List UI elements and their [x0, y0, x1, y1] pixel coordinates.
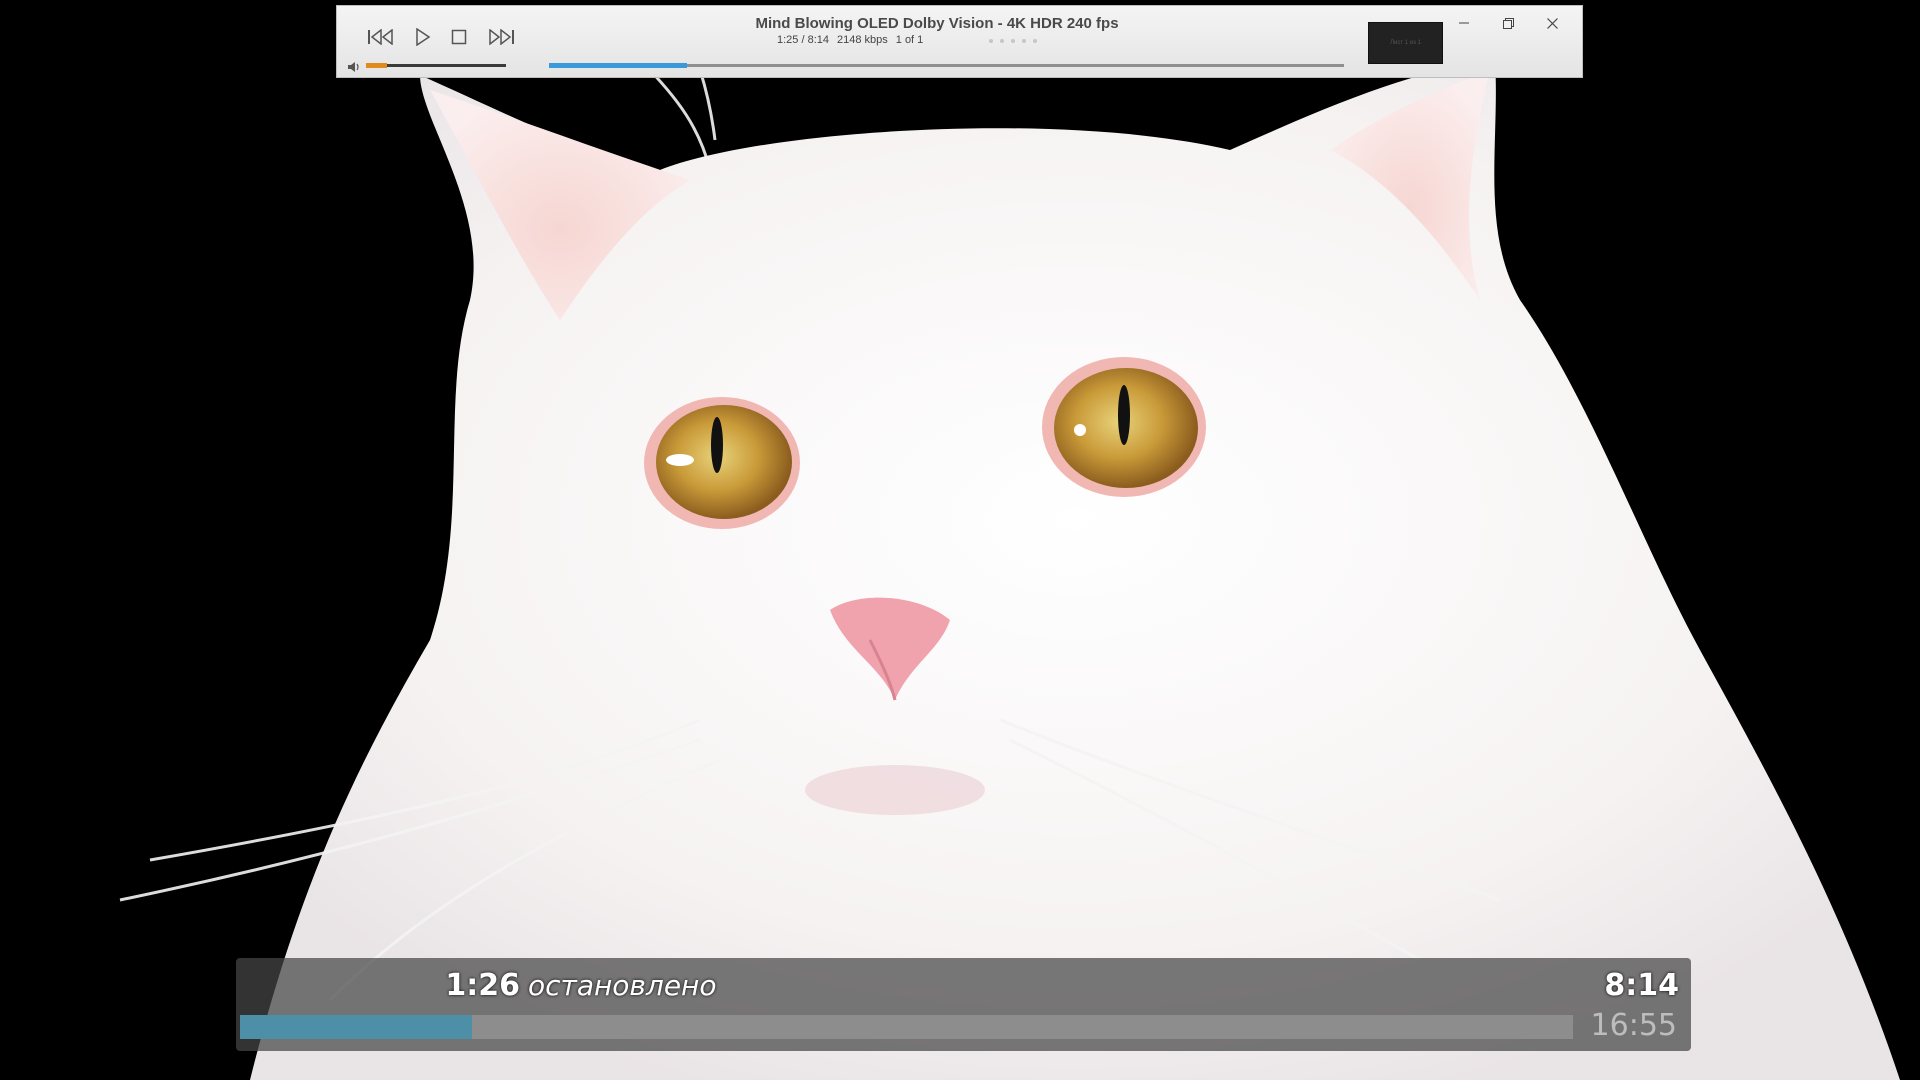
- rating-star[interactable]: [1033, 39, 1037, 43]
- osd-status: остановлено: [528, 969, 717, 1002]
- osd-current-time: 1:26: [445, 968, 520, 1003]
- restore-icon: [1502, 17, 1514, 29]
- rating-star[interactable]: [1000, 39, 1004, 43]
- rating-stars[interactable]: [989, 39, 1037, 43]
- position-readout: 1:25 / 8:14: [777, 34, 829, 46]
- seek-bar-fill: [549, 63, 688, 68]
- volume-slider-fill: [366, 63, 387, 68]
- playlist-index: 1 of 1: [895, 34, 924, 46]
- next-button[interactable]: [483, 20, 519, 54]
- close-icon: [1546, 17, 1558, 29]
- osd-total-time: 8:14: [1604, 968, 1679, 1003]
- play-button[interactable]: [405, 20, 441, 54]
- minimize-button[interactable]: [1447, 10, 1481, 36]
- restore-button[interactable]: [1491, 10, 1525, 36]
- thumbnail-caption: Лист 1 из 1: [1390, 40, 1421, 46]
- previous-icon: [368, 29, 393, 45]
- video-frame[interactable]: [0, 0, 1920, 1080]
- next-icon: [489, 29, 514, 45]
- volume-icon[interactable]: [347, 61, 361, 73]
- osd-panel: 1:26 остановлено 8:14 16:55: [236, 958, 1691, 1051]
- media-title: Mind Blowing OLED Dolby Vision - 4K HDR …: [755, 15, 1119, 32]
- stop-button[interactable]: [441, 20, 477, 54]
- bitrate-readout: 2148 kbps: [837, 34, 888, 46]
- volume-slider[interactable]: [366, 63, 506, 68]
- close-button[interactable]: [1535, 10, 1569, 36]
- rating-star[interactable]: [1011, 39, 1015, 43]
- osd-progress-bar[interactable]: [240, 1015, 1573, 1039]
- osd-progress-fill: [240, 1015, 472, 1039]
- osd-clock: 16:55: [1590, 1008, 1677, 1043]
- player-window: Mind Blowing OLED Dolby Vision - 4K HDR …: [0, 0, 1920, 1080]
- rating-star[interactable]: [1022, 39, 1026, 43]
- rating-star[interactable]: [989, 39, 993, 43]
- previous-button[interactable]: [363, 20, 399, 54]
- minimize-icon: [1459, 22, 1469, 24]
- video-thumbnail[interactable]: Лист 1 из 1: [1368, 22, 1443, 64]
- seek-bar[interactable]: [549, 63, 1344, 68]
- mini-player: Mind Blowing OLED Dolby Vision - 4K HDR …: [336, 5, 1583, 78]
- play-icon: [416, 28, 431, 46]
- stop-icon: [451, 29, 467, 45]
